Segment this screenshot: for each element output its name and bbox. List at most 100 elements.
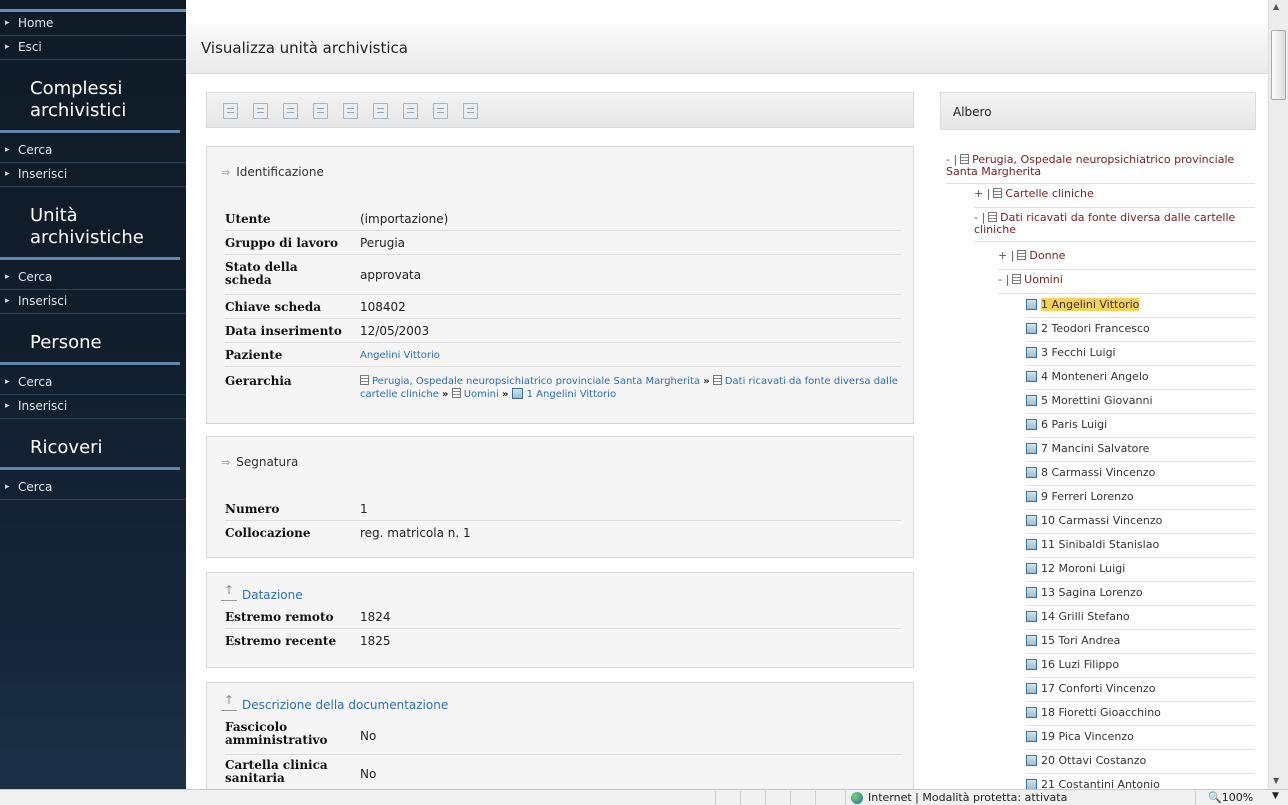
- value-collocazione: reg. matricola n. 1: [360, 526, 471, 540]
- link-paziente[interactable]: Angelini Vittorio: [360, 350, 440, 361]
- security-zone[interactable]: Internet | Modalità protetta: attivata: [868, 791, 1067, 804]
- insert-child-icon[interactable]: [343, 103, 358, 119]
- gerarchia-sep: »: [703, 376, 710, 387]
- gerarchia-link-1[interactable]: Perugia, Ospedale neuropsichiatrico prov…: [372, 376, 700, 387]
- unit-icon: [1026, 395, 1037, 406]
- tree-leaf[interactable]: 7 Mancini Salvatore: [1026, 438, 1255, 462]
- tree-leaf[interactable]: 10 Carmassi Vincenzo: [1026, 510, 1255, 534]
- tree-leaf-label: 6 Paris Luigi: [1041, 418, 1108, 431]
- scroll-down-icon[interactable]: ▼: [1273, 776, 1279, 785]
- tree-leaf-label: 5 Morettini Giovanni: [1041, 394, 1153, 407]
- scroll-up-icon[interactable]: ▲: [1273, 2, 1279, 11]
- tree-node-root[interactable]: - | Perugia, Ospedale neuropsichiatrico p…: [946, 154, 1255, 184]
- tree-leaf[interactable]: 3 Fecchi Luigi: [1026, 342, 1255, 366]
- copy-icon[interactable]: [433, 103, 448, 119]
- preview-icon[interactable]: [463, 103, 478, 119]
- section-complessi-title: Complessi archivistici: [0, 72, 180, 133]
- value-data: 12/05/2003: [360, 324, 430, 338]
- label-recente: Estremo recente: [225, 634, 337, 648]
- value-cartella: No: [360, 767, 377, 781]
- nav-unita-cerca[interactable]: Cerca: [0, 266, 186, 290]
- value-stato: approvata: [360, 268, 422, 282]
- chevron-down-icon[interactable]: ▼: [1272, 791, 1279, 801]
- scroll-thumb[interactable]: [1271, 30, 1286, 100]
- tree-leaf[interactable]: 12 Moroni Luigi: [1026, 558, 1255, 582]
- tree-node-donne[interactable]: + | Donne: [998, 250, 1255, 270]
- tree-leaf[interactable]: 1 Angelini Vittorio: [1026, 294, 1255, 318]
- folder-icon: [712, 375, 722, 385]
- expand-toggle[interactable]: + |: [974, 187, 990, 200]
- tree-leaf-label: 19 Pica Vincenzo: [1041, 730, 1134, 743]
- nav-persone-cerca[interactable]: Cerca: [0, 371, 186, 395]
- nav-complessi-inserisci[interactable]: Inserisci: [0, 163, 186, 187]
- row-fascicolo: Fascicolo amministrativo No: [225, 717, 901, 755]
- tree-leaf[interactable]: 18 Fioretti Gioacchino: [1026, 702, 1255, 726]
- folder-icon: [960, 154, 970, 164]
- unit-icon: [1026, 347, 1037, 358]
- value-utente: (importazione): [360, 212, 449, 226]
- expand-toggle[interactable]: + |: [998, 249, 1014, 262]
- zoom-icon: 🔍: [1208, 791, 1222, 804]
- zoom-value: 100%: [1221, 791, 1254, 804]
- label-cartella: Cartella clinica sanitaria: [225, 758, 328, 785]
- gerarchia-link-3[interactable]: Uomini: [464, 389, 499, 400]
- globe-icon: [851, 792, 863, 804]
- collapse-toggle[interactable]: - |: [998, 273, 1009, 286]
- tree-node-dati[interactable]: - | Dati ricavati da fonte diversa dalle …: [974, 212, 1255, 242]
- folder-icon: [360, 375, 369, 385]
- vertical-scrollbar[interactable]: ▲ ▼: [1268, 0, 1288, 789]
- identificazione-title-text: Identificazione: [236, 165, 324, 179]
- move-icon[interactable]: [253, 103, 268, 119]
- nav-complessi-cerca[interactable]: Cerca: [0, 139, 186, 163]
- zoom-level[interactable]: 🔍100%: [1208, 791, 1253, 804]
- tree-leaf[interactable]: 16 Luzi Filippo: [1026, 654, 1255, 678]
- tree-leaf[interactable]: 19 Pica Vincenzo: [1026, 726, 1255, 750]
- nav-home[interactable]: Home: [0, 12, 186, 36]
- nav-ricoveri-cerca[interactable]: Cerca: [0, 476, 186, 500]
- tree-leaf-label: 7 Mancini Salvatore: [1041, 442, 1150, 455]
- descrizione-panel: Descrizione della documentazione Fascico…: [206, 682, 914, 789]
- row-cartella: Cartella clinica sanitaria No: [225, 755, 901, 789]
- unit-icon: [1026, 299, 1037, 310]
- tree-node-uomini[interactable]: - | Uomini: [998, 274, 1255, 294]
- tree-leaf[interactable]: 13 Sagina Lorenzo: [1026, 582, 1255, 606]
- tree-leaf[interactable]: 4 Monteneri Angelo: [1026, 366, 1255, 390]
- value-remoto: 1824: [360, 610, 391, 624]
- datazione-title[interactable]: Datazione: [221, 583, 303, 602]
- label-collocazione: Collocazione: [225, 526, 311, 540]
- tree-leaf[interactable]: 20 Ottavi Costanzo: [1026, 750, 1255, 774]
- add-person-icon[interactable]: [373, 103, 388, 119]
- tree-leaf[interactable]: 2 Teodori Francesco: [1026, 318, 1255, 342]
- tree-leaf[interactable]: 6 Paris Luigi: [1026, 414, 1255, 438]
- nav-persone-inserisci[interactable]: Inserisci: [0, 395, 186, 419]
- value-recente: 1825: [360, 634, 391, 648]
- nav-unita-inserisci[interactable]: Inserisci: [0, 290, 186, 314]
- tree-node-cartelle[interactable]: + | Cartelle cliniche: [974, 188, 1255, 208]
- gerarchia-link-4[interactable]: 1 Angelini Vittorio: [527, 389, 616, 400]
- unit-icon: [1026, 755, 1037, 766]
- tree-leaf[interactable]: 5 Morettini Giovanni: [1026, 390, 1255, 414]
- row-numero: Numero 1: [225, 497, 901, 521]
- value-chiave: 108402: [360, 300, 406, 314]
- tree-leaf[interactable]: 15 Tori Andrea: [1026, 630, 1255, 654]
- unit-icon: [1026, 539, 1037, 550]
- insert-below-icon[interactable]: [313, 103, 328, 119]
- tree-leaf-label: 3 Fecchi Luigi: [1041, 346, 1116, 359]
- tree-leaf-label: 18 Fioretti Gioacchino: [1041, 706, 1161, 719]
- edit-icon[interactable]: [223, 103, 238, 119]
- tree-leaf[interactable]: 17 Conforti Vincenzo: [1026, 678, 1255, 702]
- tree-node-label: Dati ricavati da fonte diversa dalle car…: [974, 211, 1236, 236]
- page-header: Visualizza unità archivistica: [186, 24, 1268, 74]
- tree-leaf-label: 10 Carmassi Vincenzo: [1041, 514, 1163, 527]
- folder-icon: [451, 388, 461, 398]
- tree-leaf[interactable]: 14 Grilli Stefano: [1026, 606, 1255, 630]
- nav-esci[interactable]: Esci: [0, 36, 186, 60]
- add-ricovero-icon[interactable]: [403, 103, 418, 119]
- row-paziente: Paziente Angelini Vittorio: [225, 343, 901, 367]
- record-icon[interactable]: [283, 103, 298, 119]
- tree-leaf[interactable]: 11 Sinibaldi Stanislao: [1026, 534, 1255, 558]
- tree-leaf[interactable]: 9 Ferreri Lorenzo: [1026, 486, 1255, 510]
- tree-leaf[interactable]: 8 Carmassi Vincenzo: [1026, 462, 1255, 486]
- unit-icon: [1026, 563, 1037, 574]
- descrizione-title[interactable]: Descrizione della documentazione: [221, 693, 448, 712]
